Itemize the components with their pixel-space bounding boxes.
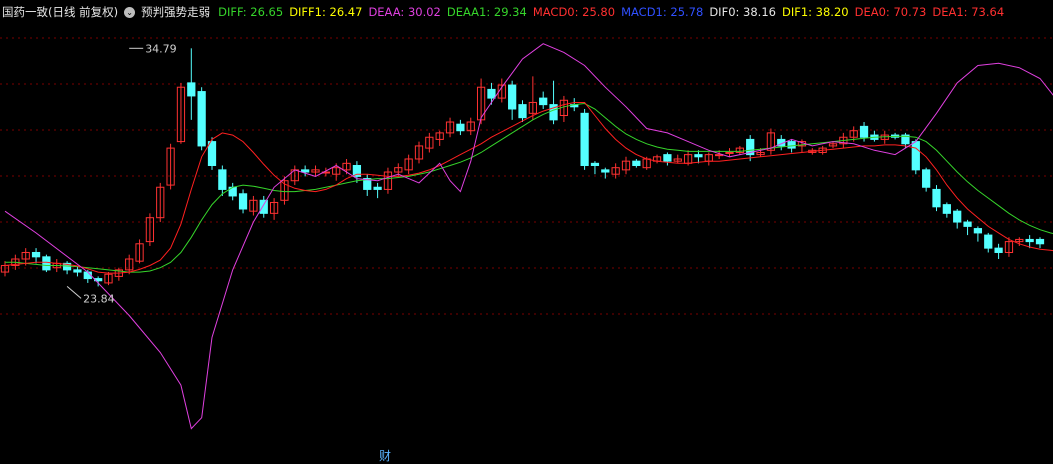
candle-body [197,91,206,147]
candle-body [994,247,1003,253]
indicator-value-macd0: MACD0: 25.80 [532,5,616,19]
candle-body [725,151,734,154]
ma-line-red [4,102,1053,274]
indicator-value-deaa1: DEAA1: 29.34 [446,5,527,19]
candle-body [932,188,941,208]
candle-body [580,112,589,167]
ma-line-green [5,102,1053,273]
candle-body [984,234,993,249]
candle-body [942,204,951,214]
indicator-value-dea0: DEA0: 70.73 [854,5,927,19]
candle-body [218,169,227,190]
candle-body [238,193,248,210]
indicator-value-dif1: DIF1: 38.20 [781,5,849,19]
candle-body [973,228,983,234]
candle-body [953,210,962,223]
candle-body [73,269,82,273]
indicator-value-dif0: DIF0: 38.16 [709,5,776,19]
indicator-value-diff1: DIFF1: 26.47 [289,5,363,19]
candle-body [601,169,610,173]
indicator-value-deaa: DEAA: 30.02 [368,5,441,19]
candlestick-chart: 34.79 23.84 [0,37,1053,430]
candle-body [1025,238,1034,243]
finance-marker[interactable]: 财 [379,447,391,464]
candle-body [663,154,672,162]
indicator-value-macd1: MACD1: 25.78 [621,5,704,19]
candle-body [508,84,517,110]
candle-body [187,82,196,97]
candle-body [301,169,310,173]
candle-body [694,154,703,158]
candle-body [632,160,641,167]
indicator-value-dea1: DEA1: 73.64 [932,5,1005,19]
indicator-value-diff: DIFF: 26.65 [218,5,284,19]
annotation-leader [66,286,82,299]
indicator-line-magenta [4,43,1053,430]
candle-body [859,125,869,138]
candle-body [259,199,268,214]
candle-body [922,169,931,188]
indicator-header: 国药一致(日线 前复权) ⌄ 预判强势走弱 DIFF: 26.65 DIFF1:… [2,4,1010,20]
candle-body [518,104,527,119]
candle-body [42,256,51,271]
stock-title[interactable]: 国药一致(日线 前复权) [2,4,118,20]
candle-body [31,251,41,258]
price-annotation: 23.84 [83,292,115,305]
indicator-toggle-icon[interactable]: ⌄ [124,6,136,18]
candle-body [1035,238,1045,245]
candle-body [456,123,465,132]
candle-body [963,221,972,227]
price-annotation: 34.79 [145,42,177,55]
candle-body [911,141,920,171]
candle-body [373,186,382,190]
candle-body [207,141,217,167]
candle-body [787,141,796,149]
candle-body [539,97,548,106]
candle-body [487,88,496,99]
candle-body [590,162,600,167]
indicator-name[interactable]: 预判强势走弱 [141,4,210,20]
